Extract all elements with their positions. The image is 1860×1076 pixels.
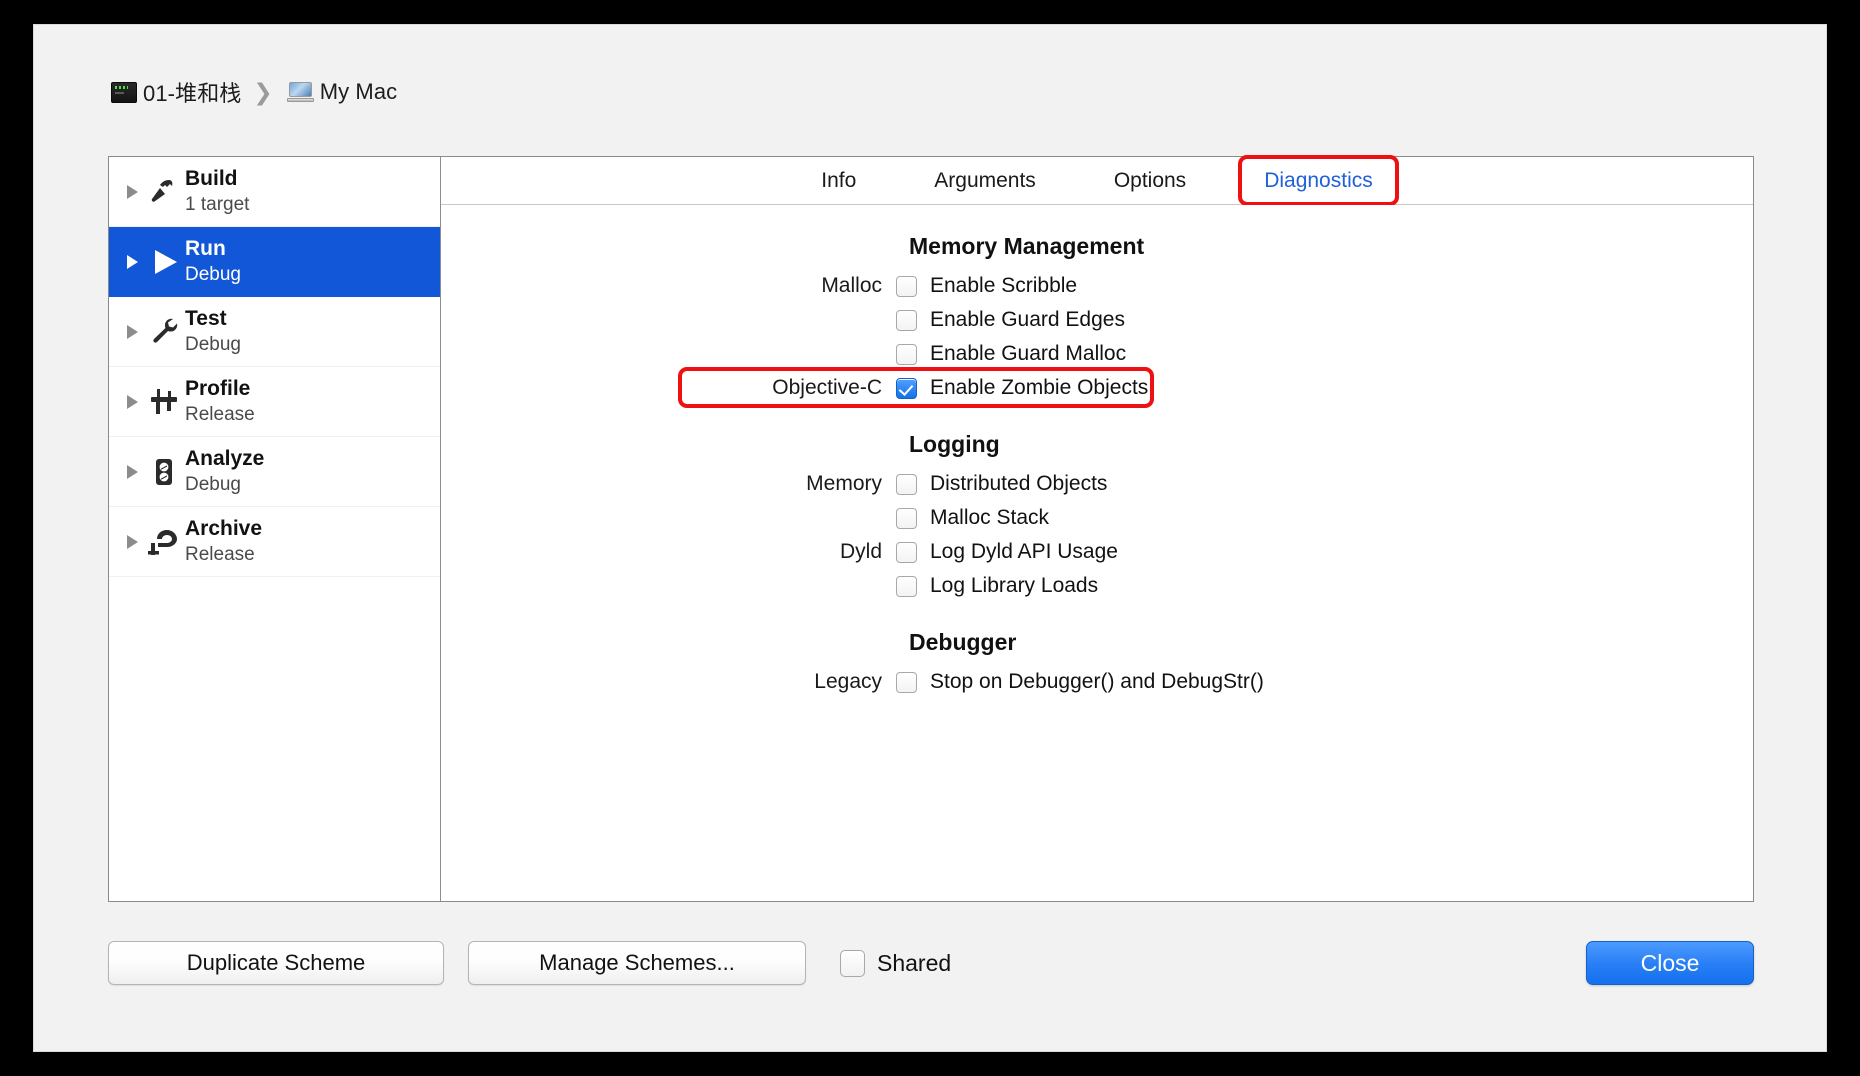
row-malloc-stack: Malloc Stack — [441, 501, 1753, 535]
sidebar-item-run[interactable]: Run Debug — [109, 227, 440, 297]
checkbox-label-shared[interactable]: Shared — [877, 950, 951, 977]
sidebar-item-title: Build — [185, 166, 238, 190]
multimeter-icon — [143, 455, 185, 489]
sidebar-item-title: Profile — [185, 376, 251, 400]
checkbox-stop-on-debugger[interactable] — [896, 671, 917, 693]
breadcrumb: 01-堆和栈 ❯ My Mac — [111, 75, 397, 109]
row-enable-guard-edges: Enable Guard Edges — [441, 303, 1753, 337]
checkbox-label-enable-zombie-objects[interactable]: Enable Zombie Objects — [930, 376, 1148, 400]
checkbox-malloc-stack[interactable] — [896, 507, 917, 529]
row-distributed-objects: Memory Distributed Objects — [441, 467, 1753, 501]
tab-bar: Info Arguments Options Diagnostics — [441, 154, 1753, 206]
disclosure-triangle-icon[interactable] — [121, 534, 143, 549]
tab-info[interactable]: Info — [815, 165, 862, 197]
close-button[interactable]: Close — [1586, 941, 1754, 985]
sidebar-item-title: Archive — [185, 516, 263, 540]
sidebar-item-subtitle: 1 target — [185, 194, 250, 216]
sidebar-item-subtitle: Release — [185, 404, 255, 426]
hammer-icon — [143, 175, 185, 209]
checkbox-label-enable-guard-malloc[interactable]: Enable Guard Malloc — [930, 342, 1126, 366]
sidebar-item-subtitle: Release — [185, 544, 255, 566]
screen-root: 01-堆和栈 ❯ My Mac Build 1 target Run Debug… — [0, 0, 1860, 1076]
checkbox-enable-scribble[interactable] — [896, 275, 917, 297]
row-enable-scribble: Malloc Enable Scribble — [441, 269, 1753, 303]
sidebar-item-subtitle: Debug — [185, 334, 241, 356]
row-enable-zombie-objects: Objective-C Enable Zombie Objects — [441, 367, 1753, 408]
breadcrumb-separator-icon: ❯ — [253, 78, 273, 105]
my-mac-laptop-icon — [286, 81, 314, 103]
sidebar-item-test[interactable]: Test Debug — [109, 297, 440, 367]
sidebar-item-subtitle: Debug — [185, 264, 241, 286]
disclosure-triangle-icon[interactable] — [121, 184, 143, 199]
tab-diagnostics-wrapper: Diagnostics — [1238, 154, 1399, 206]
sidebar-item-profile[interactable]: Profile Release — [109, 367, 440, 437]
section-heading-memory-management: Memory Management — [909, 233, 1145, 259]
row-label-objective-c: Objective-C — [772, 376, 882, 399]
content-area: Build 1 target Run Debug Test Debug Prof… — [108, 154, 1754, 902]
checkbox-shared[interactable] — [840, 949, 865, 977]
checkbox-enable-guard-malloc[interactable] — [896, 343, 917, 365]
sidebar-item-title: Test — [185, 306, 227, 330]
checkbox-label-log-library-loads[interactable]: Log Library Loads — [930, 574, 1098, 598]
row-label-legacy: Legacy — [814, 670, 882, 693]
row-label-malloc: Malloc — [821, 274, 882, 297]
checkbox-distributed-objects[interactable] — [896, 473, 917, 495]
checkbox-enable-guard-edges[interactable] — [896, 309, 917, 331]
sidebar-item-build[interactable]: Build 1 target — [109, 157, 440, 227]
row-label-dyld: Dyld — [839, 540, 882, 563]
caliper-icon — [143, 385, 185, 419]
clamp-icon — [143, 525, 185, 559]
checkbox-log-library-loads[interactable] — [896, 575, 917, 597]
sidebar-item-analyze[interactable]: Analyze Debug — [109, 437, 440, 507]
diagnostics-panel: Memory Management Malloc Enable Scribble… — [441, 205, 1753, 901]
disclosure-triangle-icon[interactable] — [121, 464, 143, 479]
checkbox-label-distributed-objects[interactable]: Distributed Objects — [930, 472, 1107, 496]
row-log-library-loads: Log Library Loads — [441, 569, 1753, 603]
checkbox-label-malloc-stack[interactable]: Malloc Stack — [930, 506, 1049, 530]
checkbox-label-stop-on-debugger[interactable]: Stop on Debugger() and DebugStr() — [930, 670, 1264, 694]
checkbox-enable-zombie-objects[interactable] — [896, 377, 917, 399]
row-label-memory: Memory — [806, 472, 882, 495]
disclosure-triangle-icon[interactable] — [121, 254, 143, 269]
section-heading-debugger: Debugger — [909, 629, 1017, 655]
section-heading-logging: Logging — [909, 431, 1000, 457]
sidebar-item-archive[interactable]: Archive Release — [109, 507, 440, 577]
sidebar-item-title: Analyze — [185, 446, 265, 470]
shared-checkbox-group: Shared — [840, 949, 951, 977]
breadcrumb-project-label[interactable]: 01-堆和栈 — [143, 76, 241, 108]
tab-options[interactable]: Options — [1108, 165, 1192, 197]
disclosure-triangle-icon[interactable] — [121, 324, 143, 339]
scheme-editor-window: 01-堆和栈 ❯ My Mac Build 1 target Run Debug… — [33, 24, 1827, 1052]
sidebar-item-title: Run — [185, 236, 226, 260]
scheme-action-sidebar: Build 1 target Run Debug Test Debug Prof… — [109, 157, 441, 901]
row-enable-guard-malloc: Enable Guard Malloc — [441, 337, 1753, 371]
play-icon — [143, 245, 185, 279]
bottom-toolbar: Duplicate Scheme Manage Schemes... Share… — [108, 937, 1754, 989]
checkbox-log-dyld-api-usage[interactable] — [896, 541, 917, 563]
disclosure-triangle-icon[interactable] — [121, 394, 143, 409]
checkbox-label-enable-scribble[interactable]: Enable Scribble — [930, 274, 1077, 298]
wrench-icon — [143, 315, 185, 349]
checkbox-label-enable-guard-edges[interactable]: Enable Guard Edges — [930, 308, 1125, 332]
row-stop-on-debugger: Legacy Stop on Debugger() and DebugStr() — [441, 665, 1753, 699]
detail-pane: Info Arguments Options Diagnostics Memor… — [441, 154, 1753, 901]
project-scheme-icon — [111, 81, 137, 103]
sidebar-item-subtitle: Debug — [185, 474, 241, 496]
row-log-dyld-api-usage: Dyld Log Dyld API Usage — [441, 535, 1753, 569]
manage-schemes-button[interactable]: Manage Schemes... — [468, 941, 806, 985]
duplicate-scheme-button[interactable]: Duplicate Scheme — [108, 941, 444, 985]
checkbox-label-log-dyld-api-usage[interactable]: Log Dyld API Usage — [930, 540, 1118, 564]
tab-arguments[interactable]: Arguments — [928, 165, 1042, 197]
breadcrumb-destination-label[interactable]: My Mac — [320, 79, 398, 105]
tab-diagnostics[interactable]: Diagnostics — [1258, 165, 1379, 196]
